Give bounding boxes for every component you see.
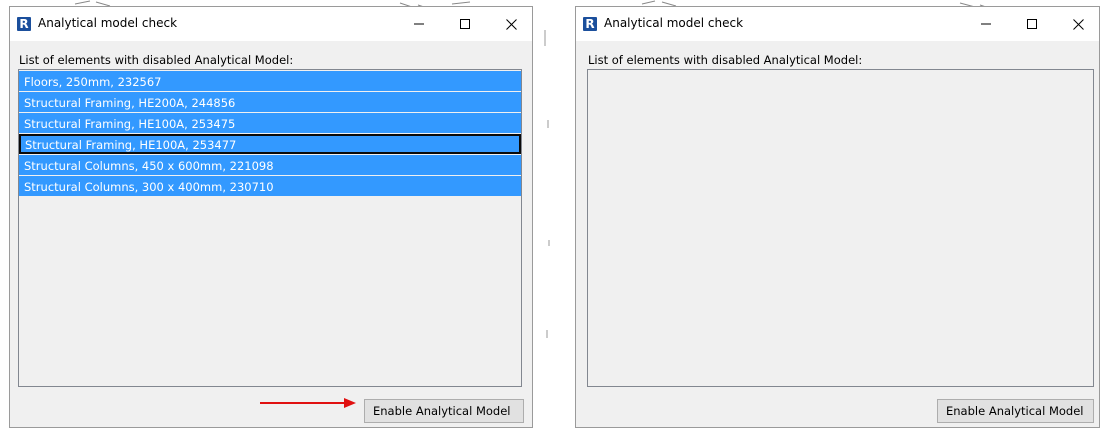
elements-listbox[interactable]: Floors, 250mm, 232567 Structural Framing… <box>18 69 522 387</box>
analytical-model-check-window-left: R Analytical model check List of element… <box>9 6 533 428</box>
elements-listbox-empty[interactable] <box>587 69 1094 387</box>
list-item[interactable]: Structural Framing, HE200A, 244856 <box>19 92 521 112</box>
minimize-icon <box>414 23 424 25</box>
analytical-model-check-window-right: R Analytical model check List of element… <box>575 6 1100 428</box>
close-icon <box>1072 18 1084 30</box>
maximize-button[interactable] <box>442 7 488 41</box>
minimize-button[interactable] <box>963 7 1009 41</box>
revit-app-icon: R <box>17 17 31 31</box>
list-item[interactable]: Structural Columns, 300 x 400mm, 230710 <box>19 176 521 196</box>
list-label: List of elements with disabled Analytica… <box>19 53 294 67</box>
title-bar[interactable]: R Analytical model check <box>576 7 1099 41</box>
close-button[interactable] <box>488 7 534 41</box>
maximize-icon <box>460 19 470 29</box>
close-button[interactable] <box>1055 7 1100 41</box>
screenshot-stage: R Analytical model check List of element… <box>0 0 1100 435</box>
title-bar[interactable]: R Analytical model check <box>10 7 532 41</box>
list-label: List of elements with disabled Analytica… <box>588 53 863 67</box>
list-item-focused[interactable]: Structural Framing, HE100A, 253477 <box>19 134 521 154</box>
enable-analytical-model-button[interactable]: Enable Analytical Model <box>937 399 1094 423</box>
maximize-button[interactable] <box>1009 7 1055 41</box>
minimize-button[interactable] <box>396 7 442 41</box>
close-icon <box>505 18 517 30</box>
window-title: Analytical model check <box>38 16 178 30</box>
list-item[interactable]: Structural Framing, HE100A, 253475 <box>19 113 521 133</box>
minimize-icon <box>981 23 991 25</box>
revit-app-icon: R <box>583 17 597 31</box>
enable-analytical-model-button[interactable]: Enable Analytical Model <box>364 399 524 423</box>
window-title: Analytical model check <box>604 16 744 30</box>
list-item[interactable]: Floors, 250mm, 232567 <box>19 71 521 91</box>
maximize-icon <box>1027 19 1037 29</box>
list-item[interactable]: Structural Columns, 450 x 600mm, 221098 <box>19 155 521 175</box>
red-arrow-annotation <box>260 398 356 408</box>
